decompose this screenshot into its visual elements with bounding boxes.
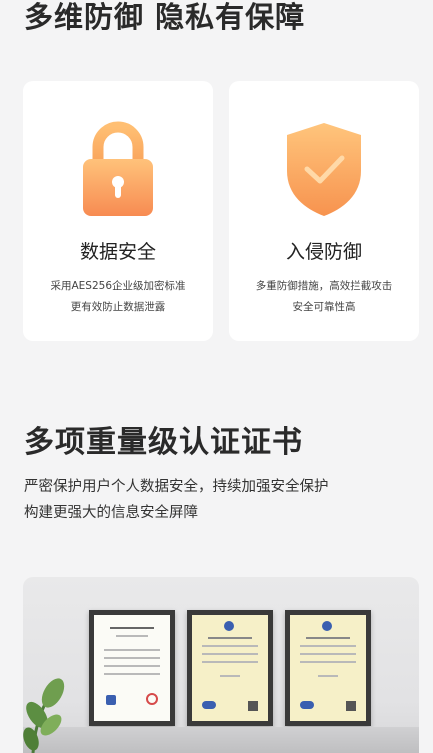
certificate-frame xyxy=(89,610,175,726)
logo-icon xyxy=(202,701,216,709)
logo-icon xyxy=(300,701,314,709)
shield-check-icon xyxy=(287,123,361,216)
card-description: 采用AES256企业级加密标准 更有效防止数据泄露 xyxy=(50,280,186,313)
feature-card-data-security: 数据安全 采用AES256企业级加密标准 更有效防止数据泄露 xyxy=(23,81,213,341)
section-description: 严密保护用户个人数据安全，持续加强安全保护 构建更强大的信息安全屏障 xyxy=(24,479,329,521)
card-description: 多重防御措施，高效拦截攻击 安全可靠性高 xyxy=(255,280,393,313)
plant-icon xyxy=(23,678,65,753)
feature-card-intrusion-defense: 入侵防御 多重防御措施，高效拦截攻击 安全可靠性高 xyxy=(229,81,419,341)
section-title-certificates: 多项重量级认证证书 xyxy=(24,425,303,460)
badge-icon xyxy=(106,695,116,705)
card-title: 入侵防御 xyxy=(285,241,362,263)
stamp-icon xyxy=(146,693,158,705)
certificate-frame xyxy=(187,610,273,726)
certificate-frame xyxy=(285,610,371,726)
seal-icon xyxy=(322,621,332,631)
seal-icon xyxy=(224,621,234,631)
card-title: 数据安全 xyxy=(79,241,156,263)
qr-code-icon xyxy=(248,701,258,711)
certificates-photo xyxy=(23,577,419,753)
qr-code-icon xyxy=(346,701,356,711)
section-title-defense: 多维防御 隐私有保障 xyxy=(24,0,306,34)
lock-icon xyxy=(83,121,153,216)
